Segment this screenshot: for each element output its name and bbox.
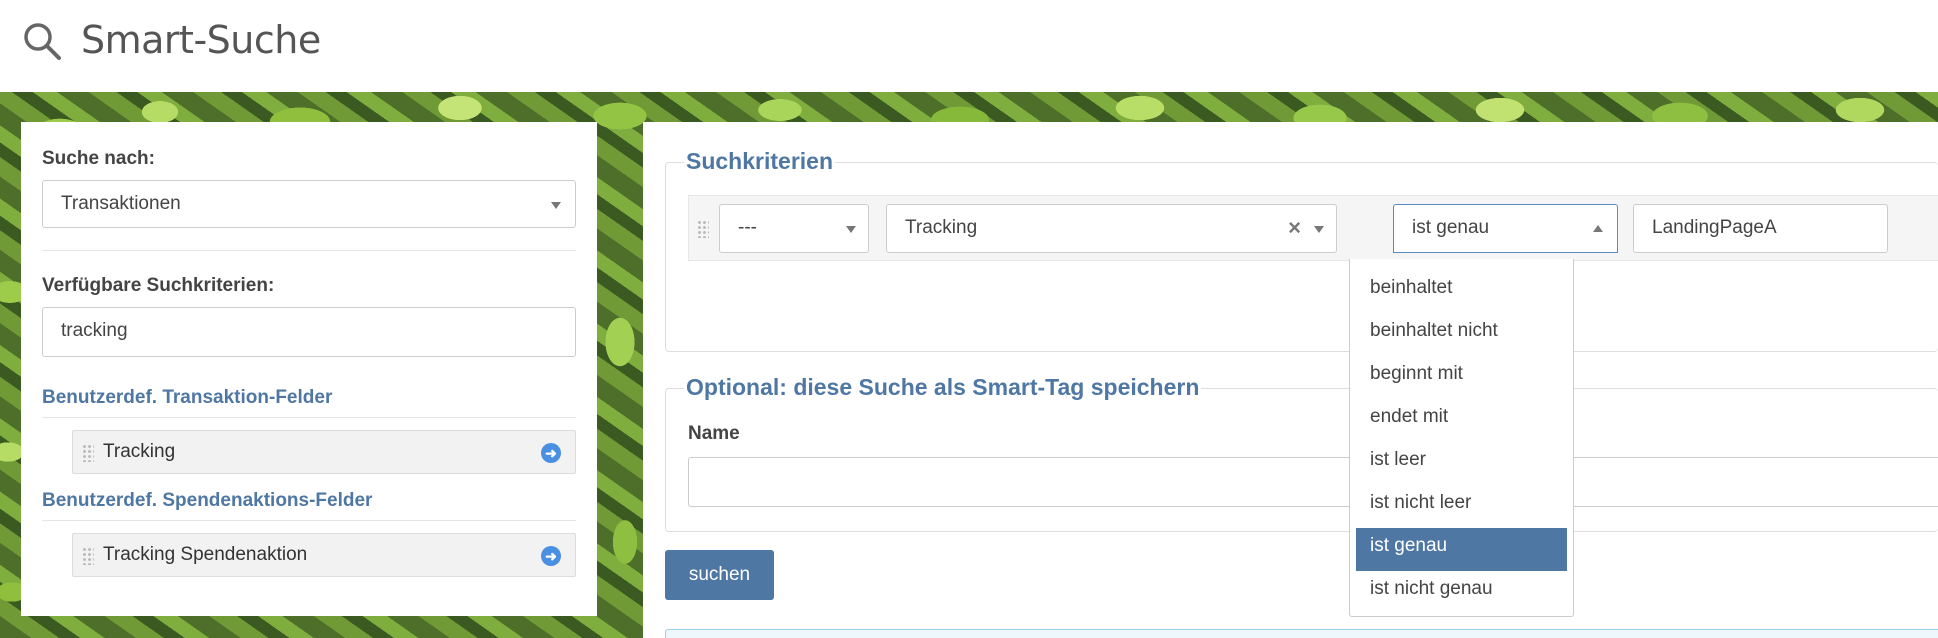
search-main-panel: Suchkriterien --- Tracking × ist genau L… [643,122,1938,638]
drag-handle-icon[interactable] [697,220,709,238]
criteria-filter-input[interactable]: tracking [42,307,576,357]
page-header: Smart-Suche [0,0,1938,92]
smarttag-legend: Optional: diese Suche als Smart-Tag spei… [684,374,1202,401]
operator-select[interactable]: ist genau [1393,204,1618,253]
search-icon [24,23,61,60]
criteria-row: --- Tracking × ist genau LandingPageA [688,195,1938,261]
operator-value: ist genau [1412,217,1490,238]
criteria-item-tracking[interactable]: Tracking ➜ [72,430,576,474]
info-box [665,629,1938,638]
criteria-item-label: Tracking Spendenaktion [103,544,308,565]
search-button[interactable]: suchen [665,550,774,600]
available-criteria-label: Verfügbare Suchkriterien: [42,275,275,296]
criteria-item-tracking-campaign[interactable]: Tracking Spendenaktion ➜ [72,533,576,577]
field-value: Tracking [905,217,978,238]
arrow-right-icon[interactable]: ➜ [541,546,561,566]
operator-dropdown-list: beinhaltet beinhaltet nicht beginnt mit … [1349,259,1574,617]
smarttag-name-label: Name [688,423,740,444]
criteria-sidebar: Suche nach: Transaktionen Verfügbare Suc… [21,122,597,616]
criteria-filter-value: tracking [61,320,128,341]
field-select[interactable]: Tracking × [886,204,1337,253]
chevron-down-icon [1314,226,1324,233]
divider [42,250,576,251]
criteria-value-input[interactable]: LandingPageA [1633,204,1888,253]
dropdown-option[interactable]: ist nicht leer [1356,485,1567,528]
divider [42,417,576,418]
clear-icon[interactable]: × [1288,215,1301,241]
smarttag-name-input[interactable] [688,457,1938,507]
dropdown-option[interactable]: beginnt mit [1356,356,1567,399]
search-by-label: Suche nach: [42,148,155,169]
chevron-up-icon [1593,225,1603,232]
search-by-select[interactable]: Transaktionen [42,180,576,228]
drag-handle-icon[interactable] [82,444,94,462]
dropdown-option[interactable]: ist leer [1356,442,1567,485]
dropdown-option-selected[interactable]: ist genau [1356,528,1567,571]
dropdown-option[interactable]: endet mit [1356,399,1567,442]
dropdown-option[interactable]: ist nicht genau [1356,571,1567,614]
dropdown-option[interactable]: beinhaltet nicht [1356,313,1567,356]
search-by-value: Transaktionen [61,193,181,214]
page-title: Smart-Suche [81,18,321,62]
chevron-down-icon [846,226,856,233]
arrow-right-icon[interactable]: ➜ [541,443,561,463]
criteria-item-label: Tracking [103,441,176,462]
drag-handle-icon[interactable] [82,547,94,565]
criteria-value-text: LandingPageA [1652,217,1777,238]
group-campaign-fields-title: Benutzerdef. Spendenaktions-Felder [42,490,373,511]
chevron-down-icon [551,202,561,209]
dropdown-option[interactable]: beinhaltet [1356,270,1567,313]
group-transaction-fields-title: Benutzerdef. Transaktion-Felder [42,387,333,408]
divider [42,520,576,521]
connector-value: --- [738,217,757,238]
criteria-legend: Suchkriterien [684,148,835,175]
connector-select[interactable]: --- [719,204,869,253]
